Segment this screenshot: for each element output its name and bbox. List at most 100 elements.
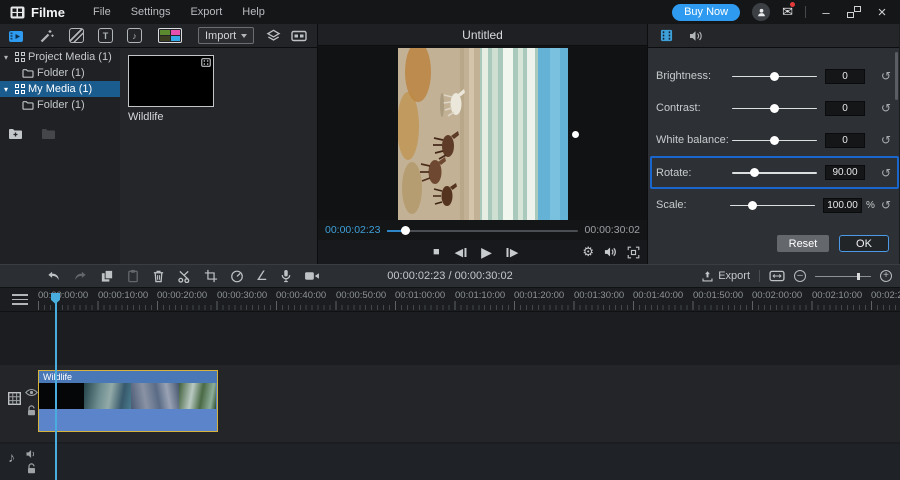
brightness-reset-icon[interactable]: ↺ xyxy=(881,69,891,83)
tree-expand-icon[interactable]: ▾ xyxy=(4,85,12,94)
minimize-button[interactable]: – xyxy=(818,5,834,20)
timeline[interactable]: 00:00:00:00 00:00:10:00 00:00:20:00 00:0… xyxy=(0,288,900,480)
next-frame-button[interactable]: ▶ xyxy=(507,246,518,259)
video-track-lock-icon[interactable] xyxy=(26,405,37,416)
split-screen-icon[interactable] xyxy=(291,29,307,43)
text-tab-icon[interactable]: T xyxy=(98,28,113,43)
playhead-line[interactable] xyxy=(55,300,57,480)
audio-adjust-tab-icon[interactable] xyxy=(689,30,703,42)
rotate-value[interactable]: 90.00 xyxy=(825,165,865,180)
menu-export[interactable]: Export xyxy=(190,6,222,18)
adjust-row-scale: Scale: 100.00 % ↺ xyxy=(656,189,893,221)
contrast-value[interactable]: 0 xyxy=(825,101,865,116)
seek-knob[interactable] xyxy=(401,226,410,235)
slider-knob[interactable] xyxy=(748,201,757,210)
audio-tab-icon[interactable]: ♪ xyxy=(127,28,142,43)
slider-knob[interactable] xyxy=(770,72,779,81)
voiceover-mic-icon[interactable] xyxy=(280,269,292,283)
audio-track-lock-icon[interactable] xyxy=(26,463,37,474)
brightness-value[interactable]: 0 xyxy=(825,69,865,84)
tree-item-folder-2[interactable]: Folder (1) xyxy=(0,97,120,113)
ruler-label: 00:01:30:00 xyxy=(574,290,624,301)
track-mute-speaker-icon[interactable] xyxy=(25,449,38,459)
add-folder-icon[interactable] xyxy=(8,127,23,140)
preview-viewport[interactable] xyxy=(318,47,647,220)
panel-scrollbar[interactable] xyxy=(895,52,898,100)
adjust-panel: Brightness: 0 ↺ Contrast: 0 ↺ White bala… xyxy=(648,24,899,264)
crop-icon[interactable] xyxy=(204,269,218,283)
timeline-zoom-slider[interactable] xyxy=(815,273,871,280)
zoom-in-icon[interactable]: + xyxy=(880,270,892,282)
effects-tab-icon[interactable] xyxy=(39,28,55,44)
tree-item-folder-1[interactable]: Folder (1) xyxy=(0,65,120,81)
mail-icon[interactable]: ✉ xyxy=(782,4,793,20)
rotated-video-frame[interactable] xyxy=(398,48,568,220)
scale-slider[interactable] xyxy=(730,200,815,210)
zoom-knob[interactable] xyxy=(857,273,860,280)
delete-icon[interactable] xyxy=(152,269,165,283)
play-button[interactable]: ▶ xyxy=(481,244,492,261)
scale-value[interactable]: 100.00 xyxy=(823,198,862,213)
menu-help[interactable]: Help xyxy=(242,6,265,18)
import-dropdown[interactable]: Import xyxy=(198,27,254,44)
media-tab-icon[interactable] xyxy=(8,28,25,44)
track-menu-icon[interactable] xyxy=(12,294,28,308)
preview-volume-icon[interactable] xyxy=(604,246,617,258)
ruler-label: 00:02:20:00 xyxy=(871,290,900,301)
media-thumbnail-wildlife[interactable] xyxy=(128,55,214,107)
brightness-slider[interactable] xyxy=(732,71,817,81)
record-camera-icon[interactable] xyxy=(304,270,320,282)
menu-settings[interactable]: Settings xyxy=(131,6,171,18)
angle-icon[interactable]: ∠ xyxy=(256,268,268,284)
white-balance-slider[interactable] xyxy=(732,135,817,145)
layers-icon[interactable] xyxy=(266,28,281,43)
tree-item-my-media-selected[interactable]: ▾ My Media (1) xyxy=(0,81,120,97)
slider-knob[interactable] xyxy=(750,168,759,177)
titlebar-divider xyxy=(805,6,806,18)
white-balance-reset-icon[interactable]: ↺ xyxy=(881,133,891,147)
track-visibility-eye-icon[interactable] xyxy=(25,388,38,397)
reset-button[interactable]: Reset xyxy=(777,235,829,252)
preview-settings-gear-icon[interactable]: ⚙ xyxy=(582,244,594,260)
account-icon[interactable] xyxy=(752,3,770,21)
ruler-label: 00:00:00:00 xyxy=(38,290,88,301)
video-adjust-tab-icon[interactable] xyxy=(660,29,673,42)
close-button[interactable]: × xyxy=(874,4,890,21)
delete-folder-icon[interactable] xyxy=(41,127,56,140)
split-scissors-icon[interactable] xyxy=(177,270,192,283)
scale-reset-icon[interactable]: ↺ xyxy=(881,198,891,212)
paste-icon[interactable] xyxy=(126,269,140,283)
rotate-label: Rotate: xyxy=(656,167,732,179)
zoom-out-icon[interactable]: – xyxy=(794,270,806,282)
rotate-slider[interactable] xyxy=(732,168,817,178)
preview-current-time: 00:00:02:23 xyxy=(325,224,380,236)
buy-now-button[interactable]: Buy Now xyxy=(672,4,740,21)
copy-icon[interactable] xyxy=(100,269,114,283)
contrast-slider[interactable] xyxy=(732,103,817,113)
stop-button[interactable]: ■ xyxy=(433,246,440,258)
redo-icon[interactable] xyxy=(73,269,88,283)
audio-track[interactable] xyxy=(0,444,900,480)
slider-knob[interactable] xyxy=(770,104,779,113)
timeline-ruler[interactable]: 00:00:00:00 00:00:10:00 00:00:20:00 00:0… xyxy=(0,288,900,312)
rotate-handle[interactable] xyxy=(572,131,579,138)
ok-button[interactable]: OK xyxy=(839,235,889,252)
templates-tab-icon[interactable] xyxy=(158,28,182,43)
fit-timeline-icon[interactable] xyxy=(769,270,785,282)
speed-icon[interactable] xyxy=(230,269,244,283)
menu-file[interactable]: File xyxy=(93,6,111,18)
undo-icon[interactable] xyxy=(46,269,61,283)
fullscreen-icon[interactable] xyxy=(627,246,640,259)
export-button[interactable]: Export xyxy=(701,270,750,283)
white-balance-value[interactable]: 0 xyxy=(825,133,865,148)
transitions-tab-icon[interactable] xyxy=(69,28,84,43)
slider-knob[interactable] xyxy=(770,136,779,145)
contrast-reset-icon[interactable]: ↺ xyxy=(881,101,891,115)
tree-item-project-media[interactable]: ▾ Project Media (1) xyxy=(0,49,120,65)
tree-expand-icon[interactable]: ▾ xyxy=(4,53,12,62)
preview-seek-bar[interactable] xyxy=(387,226,577,235)
previous-frame-button[interactable]: ◀ xyxy=(455,246,466,259)
ruler-label: 00:00:20:00 xyxy=(157,290,207,301)
rotate-reset-icon[interactable]: ↺ xyxy=(881,166,891,180)
timeline-clip-wildlife[interactable]: Wildlife xyxy=(38,370,218,432)
